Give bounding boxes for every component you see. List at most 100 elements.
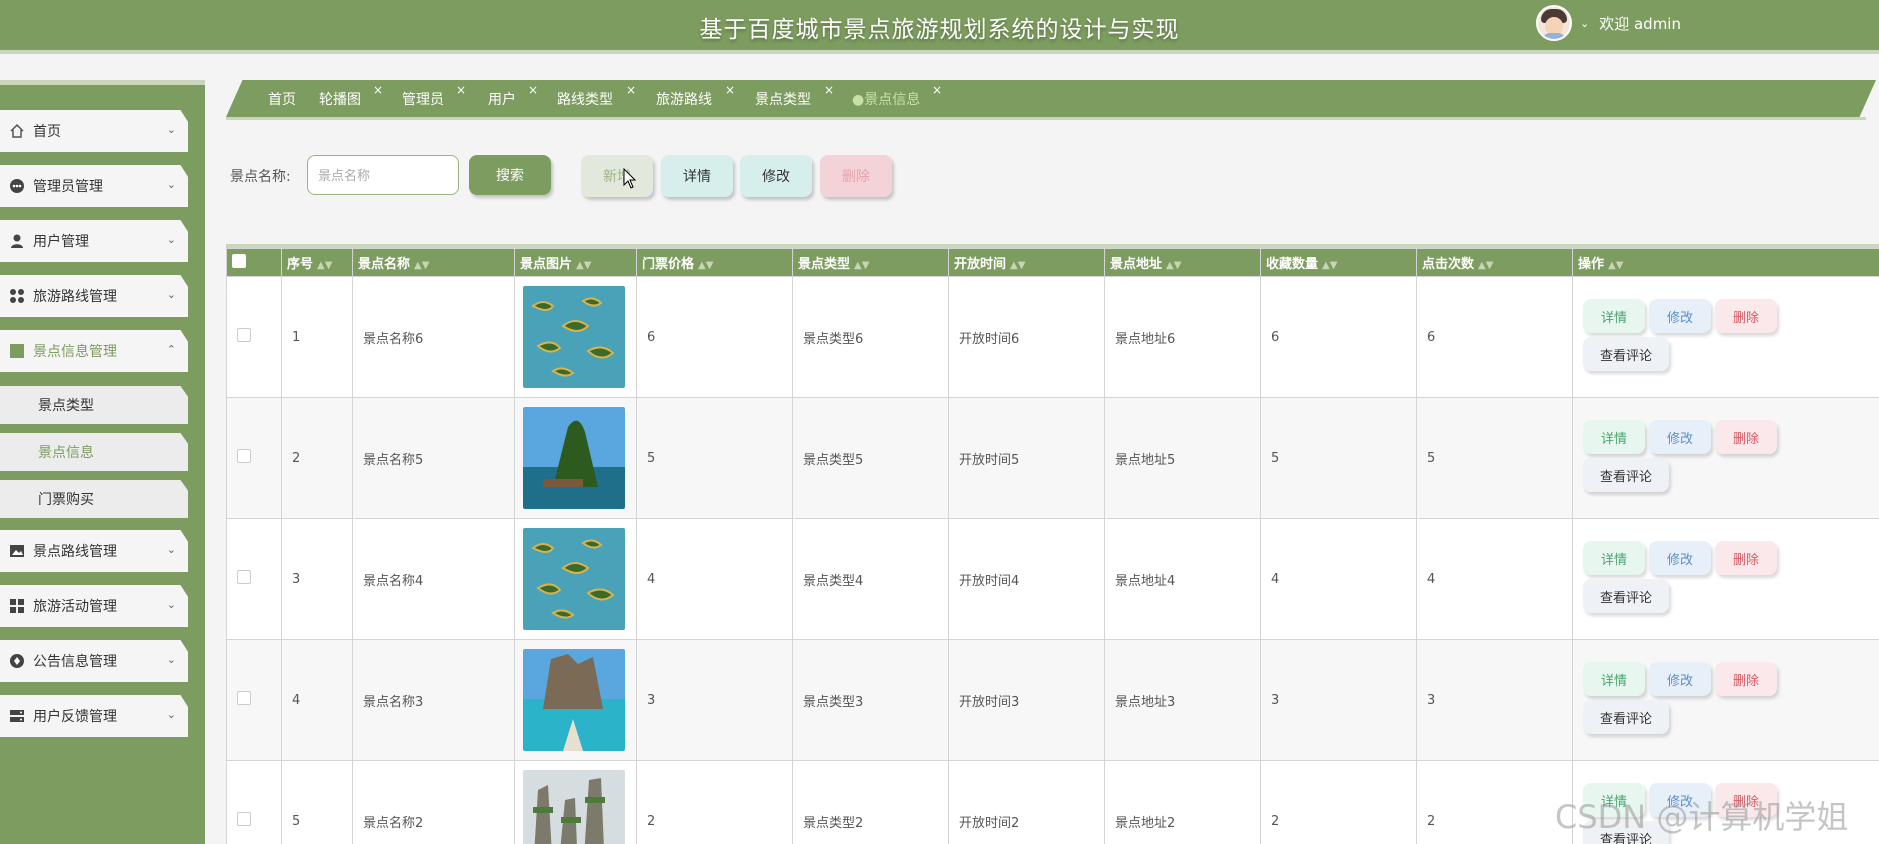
row-checkbox[interactable] bbox=[226, 276, 282, 398]
chevron-down-icon: ⌄ bbox=[166, 178, 176, 191]
row-edit-button[interactable]: 修改 bbox=[1649, 541, 1711, 575]
row-actions: 详情 修改 删除 查看评论 bbox=[1572, 397, 1879, 519]
sidebar-item-routes[interactable]: 旅游路线管理 ⌄ bbox=[0, 275, 188, 317]
sidebar-item-activities[interactable]: 旅游活动管理 ⌄ bbox=[0, 585, 188, 627]
close-icon[interactable]: × bbox=[932, 83, 942, 97]
open-time: 开放时间3 bbox=[948, 639, 1105, 761]
tab-home[interactable]: 首页 bbox=[268, 89, 296, 109]
row-delete-button[interactable]: 删除 bbox=[1715, 299, 1777, 333]
sidebar-item-attractions[interactable]: 景点信息管理 ⌃ bbox=[0, 330, 188, 372]
click-count: 3 bbox=[1416, 639, 1573, 761]
avatar[interactable] bbox=[1536, 5, 1572, 41]
row-edit-button[interactable]: 修改 bbox=[1649, 662, 1711, 696]
row-detail-button[interactable]: 详情 bbox=[1583, 420, 1645, 454]
mountain-image-icon bbox=[523, 407, 625, 509]
tab-attraction-info[interactable]: ●景点信息 × bbox=[852, 83, 942, 109]
row-edit-button[interactable]: 修改 bbox=[1649, 420, 1711, 454]
column-header[interactable]: 门票价格 ▲▼ bbox=[636, 248, 793, 277]
sidebar-item-feedback[interactable]: 用户反馈管理 ⌄ bbox=[0, 695, 188, 737]
sidebar-subitem-attraction-type[interactable]: 景点类型 bbox=[0, 386, 188, 424]
sidebar-item-admin[interactable]: 管理员管理 ⌄ bbox=[0, 165, 188, 207]
cliff-image-icon bbox=[523, 649, 625, 751]
tab-users[interactable]: 用户 × bbox=[488, 83, 538, 109]
row-delete-button[interactable]: 删除 bbox=[1715, 662, 1777, 696]
row-checkbox[interactable] bbox=[226, 639, 282, 761]
row-checkbox[interactable] bbox=[226, 760, 282, 844]
delete-button[interactable]: 删除 bbox=[820, 155, 892, 197]
tab-admin[interactable]: 管理员 × bbox=[402, 83, 466, 109]
search-input[interactable] bbox=[307, 155, 459, 195]
row-detail-button[interactable]: 详情 bbox=[1583, 299, 1645, 333]
sidebar-subitem-attraction-info[interactable]: 景点信息 bbox=[0, 433, 188, 471]
sidebar-subitem-label: 门票购买 bbox=[38, 492, 94, 508]
watermark: CSDN @计算机学姐 bbox=[1555, 798, 1849, 836]
top-bar: 基于百度城市景点旅游规划系统的设计与实现 ⌄ 欢迎 admin bbox=[0, 0, 1879, 54]
sidebar-item-label: 首页 bbox=[33, 124, 61, 140]
table-header: 序号 ▲▼ 景点名称 ▲▼ 景点图片 ▲▼ 门票价格 ▲▼ 景点类型 ▲▼ 开放时间 ▲▼ … bbox=[226, 248, 1879, 277]
row-review-button[interactable]: 查看评论 bbox=[1583, 337, 1669, 371]
row-review-button[interactable]: 查看评论 bbox=[1583, 700, 1669, 734]
open-time: 开放时间2 bbox=[948, 760, 1105, 844]
tiles-icon bbox=[9, 598, 25, 614]
mouse-cursor-icon bbox=[623, 168, 637, 189]
sort-icon: ▲▼ bbox=[1478, 260, 1494, 271]
column-header[interactable]: 点击次数 ▲▼ bbox=[1416, 248, 1573, 277]
attraction-type: 景点类型3 bbox=[792, 639, 949, 761]
row-edit-button[interactable]: 修改 bbox=[1649, 299, 1711, 333]
sort-icon: ▲▼ bbox=[698, 260, 714, 271]
sidebar-subitem-tickets[interactable]: 门票购买 bbox=[0, 480, 188, 518]
search-button[interactable]: 搜索 bbox=[469, 155, 551, 195]
row-review-button[interactable]: 查看评论 bbox=[1583, 579, 1669, 613]
add-button[interactable]: 新增 bbox=[581, 155, 653, 197]
row-delete-button[interactable]: 删除 bbox=[1715, 541, 1777, 575]
close-icon[interactable]: × bbox=[626, 83, 636, 97]
column-header[interactable]: 操作 ▲▼ bbox=[1572, 248, 1879, 277]
attraction-address: 景点地址3 bbox=[1104, 639, 1261, 761]
close-icon[interactable]: × bbox=[528, 83, 538, 97]
sidebar: 首页 ⌄ 管理员管理 ⌄ 用户管理 ⌄ 旅游路线管理 ⌄ 景点信息管理 ⌃ 景点… bbox=[0, 80, 205, 844]
favorites-count: 6 bbox=[1260, 276, 1417, 398]
column-header[interactable]: 收藏数量 ▲▼ bbox=[1260, 248, 1417, 277]
close-icon[interactable]: × bbox=[824, 83, 834, 97]
column-header[interactable]: 序号 ▲▼ bbox=[281, 248, 353, 277]
edit-button[interactable]: 修改 bbox=[740, 155, 812, 197]
column-header[interactable]: 景点名称 ▲▼ bbox=[352, 248, 515, 277]
select-all-checkbox[interactable] bbox=[226, 248, 282, 277]
close-icon[interactable]: × bbox=[456, 83, 466, 97]
tab-route-type[interactable]: 路线类型 × bbox=[557, 83, 636, 109]
chevron-down-icon: ⌄ bbox=[166, 233, 176, 246]
close-icon[interactable]: × bbox=[373, 83, 383, 97]
row-checkbox[interactable] bbox=[226, 397, 282, 519]
sidebar-item-label: 管理员管理 bbox=[33, 179, 103, 195]
detail-button[interactable]: 详情 bbox=[661, 155, 733, 197]
column-header[interactable]: 景点图片 ▲▼ bbox=[514, 248, 637, 277]
sidebar-item-attraction-routes[interactable]: 景点路线管理 ⌄ bbox=[0, 530, 188, 572]
home-icon bbox=[9, 123, 25, 139]
user-menu[interactable]: ⌄ 欢迎 admin bbox=[1536, 4, 1681, 42]
tab-attraction-type[interactable]: 景点类型 × bbox=[755, 83, 834, 109]
tab-travel-routes[interactable]: 旅游路线 × bbox=[656, 83, 735, 109]
row-actions: 详情 修改 删除 查看评论 bbox=[1572, 276, 1879, 398]
peaks-image-icon bbox=[523, 770, 625, 844]
data-table: 序号 ▲▼ 景点名称 ▲▼ 景点图片 ▲▼ 门票价格 ▲▼ 景点类型 ▲▼ 开放时间 ▲▼ … bbox=[226, 244, 1879, 844]
row-detail-button[interactable]: 详情 bbox=[1583, 541, 1645, 575]
row-review-button[interactable]: 查看评论 bbox=[1583, 458, 1669, 492]
sidebar-item-notices[interactable]: 公告信息管理 ⌄ bbox=[0, 640, 188, 682]
attraction-type: 景点类型2 bbox=[792, 760, 949, 844]
column-header[interactable]: 开放时间 ▲▼ bbox=[948, 248, 1105, 277]
chevron-down-icon[interactable]: ⌄ bbox=[1580, 17, 1589, 30]
row-checkbox[interactable] bbox=[226, 518, 282, 640]
sidebar-item-users[interactable]: 用户管理 ⌄ bbox=[0, 220, 188, 262]
row-index: 4 bbox=[281, 639, 353, 761]
row-detail-button[interactable]: 详情 bbox=[1583, 662, 1645, 696]
ticket-price: 4 bbox=[636, 518, 793, 640]
click-count: 5 bbox=[1416, 397, 1573, 519]
chevron-up-icon: ⌃ bbox=[166, 343, 176, 356]
sidebar-item-home[interactable]: 首页 ⌄ bbox=[0, 110, 188, 152]
tab-carousel[interactable]: 轮播图 × bbox=[319, 83, 383, 109]
attraction-image bbox=[514, 397, 637, 519]
close-icon[interactable]: × bbox=[725, 83, 735, 97]
column-header[interactable]: 景点类型 ▲▼ bbox=[792, 248, 949, 277]
column-header[interactable]: 景点地址 ▲▼ bbox=[1104, 248, 1261, 277]
row-delete-button[interactable]: 删除 bbox=[1715, 420, 1777, 454]
